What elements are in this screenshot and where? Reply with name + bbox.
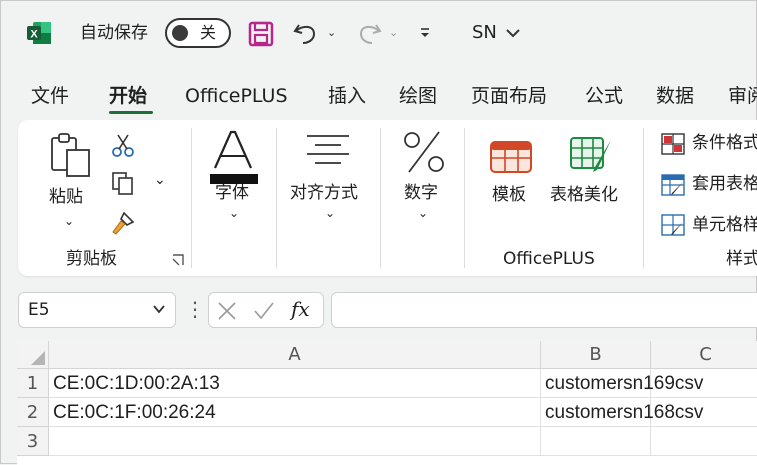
ribbon-tabs: 文件 开始 OfficePLUS 插入 绘图 页面布局 公式 数据 审阅 bbox=[1, 81, 757, 113]
template-icon[interactable] bbox=[487, 134, 535, 174]
toggle-knob bbox=[172, 25, 188, 41]
customize-toolbar-icon[interactable] bbox=[417, 25, 433, 41]
separator bbox=[464, 128, 465, 268]
conditional-format-label[interactable]: 条件格式 bbox=[692, 132, 757, 154]
cell-a1[interactable]: CE:0C:1D:00:2A:13 bbox=[49, 369, 541, 398]
toggle-state-text: 关 bbox=[200, 23, 217, 42]
conditional-format-icon[interactable] bbox=[661, 133, 685, 155]
cell-c2[interactable] bbox=[651, 398, 757, 427]
tab-review[interactable]: 审阅 bbox=[728, 81, 757, 111]
font-label[interactable]: 字体 bbox=[215, 182, 249, 204]
insert-function-icon[interactable]: fx bbox=[291, 297, 310, 321]
formula-actions: fx bbox=[208, 292, 324, 328]
chevron-down-icon bbox=[505, 29, 520, 38]
tab-home[interactable]: 开始 bbox=[109, 81, 147, 111]
name-box[interactable]: E5 bbox=[18, 292, 176, 328]
formula-input[interactable] bbox=[331, 292, 757, 328]
excel-window: X 自动保存 关 ⌄ ⌄ SN 文件 开始 OfficePLUS 插入 绘图 页… bbox=[0, 0, 757, 465]
cell-c1[interactable] bbox=[651, 369, 757, 398]
clipboard-group-label: 剪贴板 bbox=[66, 249, 117, 269]
row-header[interactable]: 2 bbox=[17, 398, 49, 427]
cancel-icon[interactable] bbox=[217, 301, 237, 321]
copy-icon[interactable] bbox=[110, 170, 136, 196]
font-dropdown-icon[interactable]: ⌄ bbox=[229, 206, 239, 220]
autosave-label: 自动保存 bbox=[80, 23, 148, 43]
paste-dropdown-icon[interactable]: ⌄ bbox=[64, 214, 74, 228]
spreadsheet-grid: A B C 1 CE:0C:1D:00:2A:13 customersn169c… bbox=[17, 341, 757, 465]
tab-file[interactable]: 文件 bbox=[31, 81, 69, 111]
alignment-label[interactable]: 对齐方式 bbox=[290, 182, 358, 204]
column-header-a[interactable]: A bbox=[49, 341, 541, 369]
column-header-b[interactable]: B bbox=[541, 341, 651, 369]
svg-text:X: X bbox=[30, 29, 38, 41]
tab-draw[interactable]: 绘图 bbox=[399, 81, 437, 111]
cell-styles-label[interactable]: 单元格样式 bbox=[692, 214, 757, 236]
table-beautify-label[interactable]: 表格美化 bbox=[550, 184, 618, 206]
number-label[interactable]: 数字 bbox=[404, 182, 438, 204]
active-tab-indicator bbox=[109, 111, 153, 114]
tab-officeplus[interactable]: OfficePLUS bbox=[185, 81, 288, 111]
format-painter-icon[interactable] bbox=[110, 210, 136, 236]
save-icon[interactable] bbox=[248, 21, 274, 47]
undo-icon[interactable] bbox=[292, 19, 320, 47]
more-options-icon[interactable]: ⋮ bbox=[185, 297, 205, 321]
tab-page-layout[interactable]: 页面布局 bbox=[471, 81, 547, 111]
enter-icon[interactable] bbox=[253, 301, 275, 321]
select-all-triangle bbox=[31, 351, 45, 365]
cell-b2[interactable]: customersn168csv bbox=[541, 398, 703, 427]
chevron-down-icon[interactable] bbox=[153, 303, 165, 315]
profile-switcher[interactable]: SN bbox=[472, 22, 521, 44]
copy-dropdown-icon[interactable]: ⌄ bbox=[154, 172, 166, 188]
number-dropdown-icon[interactable]: ⌄ bbox=[418, 206, 428, 220]
separator bbox=[276, 128, 277, 268]
title-bar: X 自动保存 关 ⌄ ⌄ SN bbox=[1, 1, 757, 63]
officeplus-group-label: OfficePLUS bbox=[503, 249, 595, 269]
tab-insert[interactable]: 插入 bbox=[328, 81, 366, 111]
redo-icon[interactable] bbox=[355, 19, 383, 47]
tab-data[interactable]: 数据 bbox=[656, 81, 694, 111]
cell-a3[interactable] bbox=[49, 427, 541, 456]
font-icon[interactable] bbox=[207, 128, 259, 184]
cell-a2[interactable]: CE:0C:1F:00:26:24 bbox=[49, 398, 541, 427]
cell-b1[interactable]: customersn169csv bbox=[541, 369, 703, 398]
separator bbox=[191, 128, 192, 268]
percent-icon[interactable] bbox=[401, 128, 447, 176]
undo-dropdown-icon[interactable]: ⌄ bbox=[327, 26, 336, 39]
row-header[interactable]: 3 bbox=[17, 427, 49, 456]
template-label[interactable]: 模板 bbox=[492, 184, 526, 206]
cut-icon[interactable] bbox=[110, 132, 136, 158]
excel-logo-icon: X bbox=[27, 22, 51, 44]
align-icon[interactable] bbox=[305, 132, 351, 168]
autosave-toggle[interactable]: 关 bbox=[165, 18, 231, 48]
paste-label[interactable]: 粘贴 bbox=[49, 186, 83, 208]
separator bbox=[380, 128, 381, 268]
row-header[interactable]: 1 bbox=[17, 369, 49, 398]
tab-formulas[interactable]: 公式 bbox=[585, 81, 623, 111]
separator bbox=[643, 128, 644, 268]
format-as-table-label[interactable]: 套用表格格式 bbox=[692, 173, 757, 195]
profile-name: SN bbox=[472, 22, 497, 43]
column-header-c[interactable]: C bbox=[651, 341, 757, 369]
cell-c3[interactable] bbox=[651, 427, 757, 456]
format-as-table-icon[interactable] bbox=[661, 174, 685, 196]
redo-dropdown-icon[interactable]: ⌄ bbox=[389, 26, 398, 39]
styles-group-label: 样式 bbox=[726, 249, 757, 269]
ribbon-panel: 粘贴 ⌄ ⌄ 剪贴板 字体 ⌄ 对齐方式 ⌄ 数字 ⌄ 模板 表格美化 Offi… bbox=[18, 120, 757, 276]
name-box-value: E5 bbox=[28, 300, 50, 320]
cell-styles-icon[interactable] bbox=[661, 214, 685, 236]
alignment-dropdown-icon[interactable]: ⌄ bbox=[325, 206, 335, 220]
cell-b3[interactable] bbox=[541, 427, 651, 456]
paste-icon[interactable] bbox=[49, 132, 93, 178]
table-beautify-icon[interactable] bbox=[567, 132, 615, 176]
dialog-launcher-icon[interactable] bbox=[172, 254, 184, 266]
select-all-button[interactable] bbox=[17, 341, 49, 369]
